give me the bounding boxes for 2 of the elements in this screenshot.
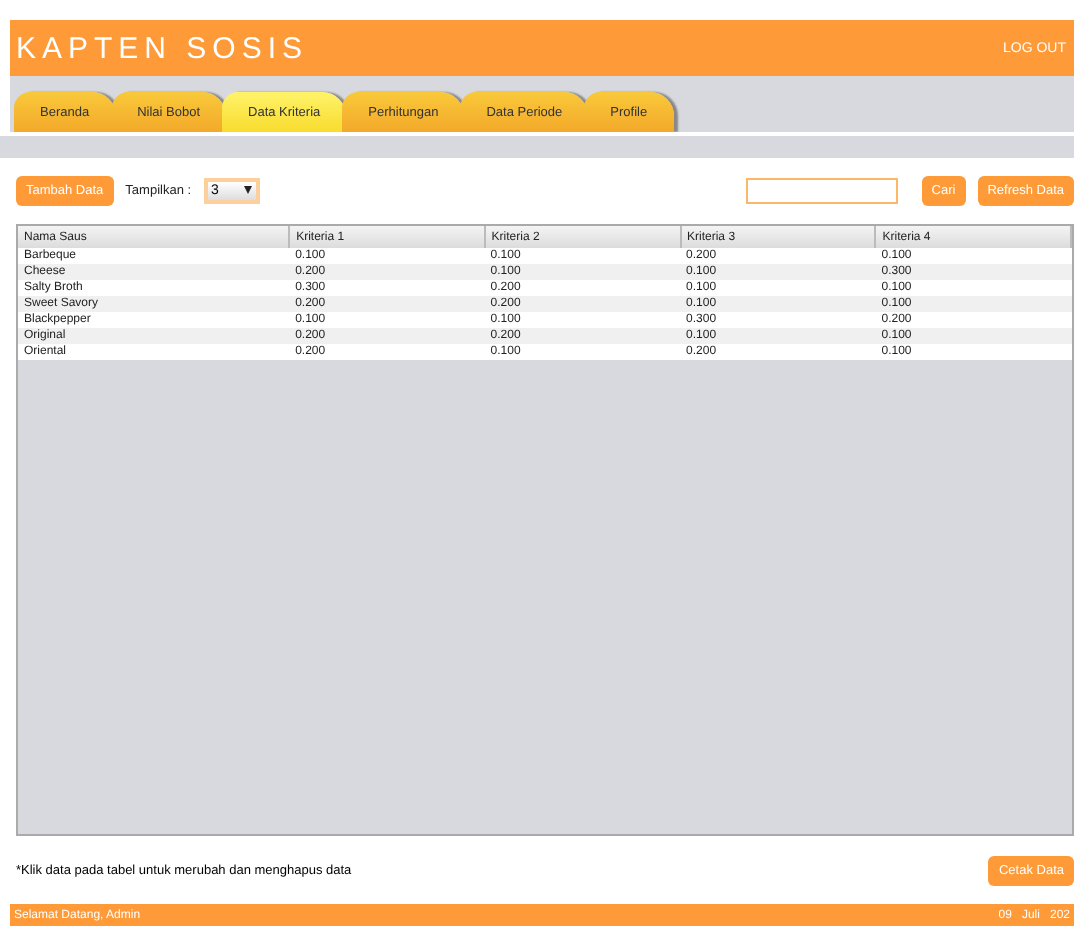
search-field[interactable] xyxy=(745,177,898,203)
app-title: KAPTEN SOSIS xyxy=(16,31,309,65)
